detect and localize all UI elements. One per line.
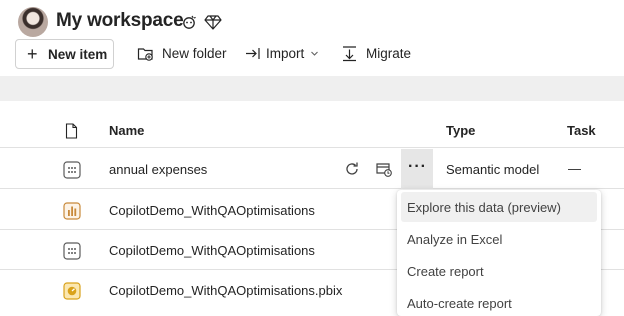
workspace-header: My workspace + New item New folder Impor… (0, 0, 624, 76)
table-row[interactable]: annual expenses ··· Semantic model — (0, 149, 624, 189)
menu-item-auto-create-report[interactable]: Auto-create report (401, 288, 597, 316)
import-dropdown[interactable]: Import (245, 46, 325, 64)
file-type-icon (65, 123, 78, 139)
item-name[interactable]: CopilotDemo_WithQAOptimisations (109, 243, 315, 258)
column-header-task[interactable]: Task (567, 123, 596, 138)
migrate-button[interactable]: Migrate (341, 46, 413, 64)
semantic-model-icon (63, 161, 81, 179)
migrate-icon (343, 46, 356, 62)
menu-item-explore-data[interactable]: Explore this data (preview) (401, 192, 597, 222)
page-title: My workspace (56, 10, 184, 31)
menu-item-analyze-excel[interactable]: Analyze in Excel (401, 224, 597, 254)
item-name[interactable]: CopilotDemo_WithQAOptimisations (109, 203, 315, 218)
report-icon (63, 202, 81, 220)
more-horizontal-icon: ··· (408, 158, 427, 175)
item-name[interactable]: annual expenses (109, 162, 207, 177)
workspace-identity-icon[interactable] (180, 13, 198, 31)
refresh-icon[interactable] (343, 160, 361, 178)
item-task: — (568, 161, 581, 176)
column-header-type[interactable]: Type (446, 123, 475, 138)
premium-diamond-icon (204, 15, 222, 30)
context-menu: Explore this data (preview) Analyze in E… (397, 190, 601, 316)
import-arrow-icon (246, 48, 260, 59)
table-header: Name Type Task (0, 115, 624, 148)
toolbar: + New item New folder Import Migrate (0, 38, 624, 70)
chevron-down-icon (311, 51, 318, 56)
menu-item-create-report[interactable]: Create report (401, 256, 597, 286)
dashboard-icon (63, 282, 81, 300)
new-folder-button[interactable]: New folder (137, 46, 227, 64)
new-folder-icon (137, 48, 153, 61)
semantic-model-icon (63, 242, 81, 260)
more-options-button[interactable]: ··· (401, 149, 433, 189)
content-divider-band (0, 76, 624, 101)
plus-icon: + (27, 44, 38, 64)
schedule-refresh-icon[interactable] (375, 160, 393, 178)
new-item-button[interactable]: + New item (15, 39, 114, 69)
item-type: Semantic model (446, 162, 540, 177)
column-header-name[interactable]: Name (109, 123, 144, 138)
item-name[interactable]: CopilotDemo_WithQAOptimisations.pbix (109, 283, 342, 298)
avatar[interactable] (18, 7, 48, 37)
